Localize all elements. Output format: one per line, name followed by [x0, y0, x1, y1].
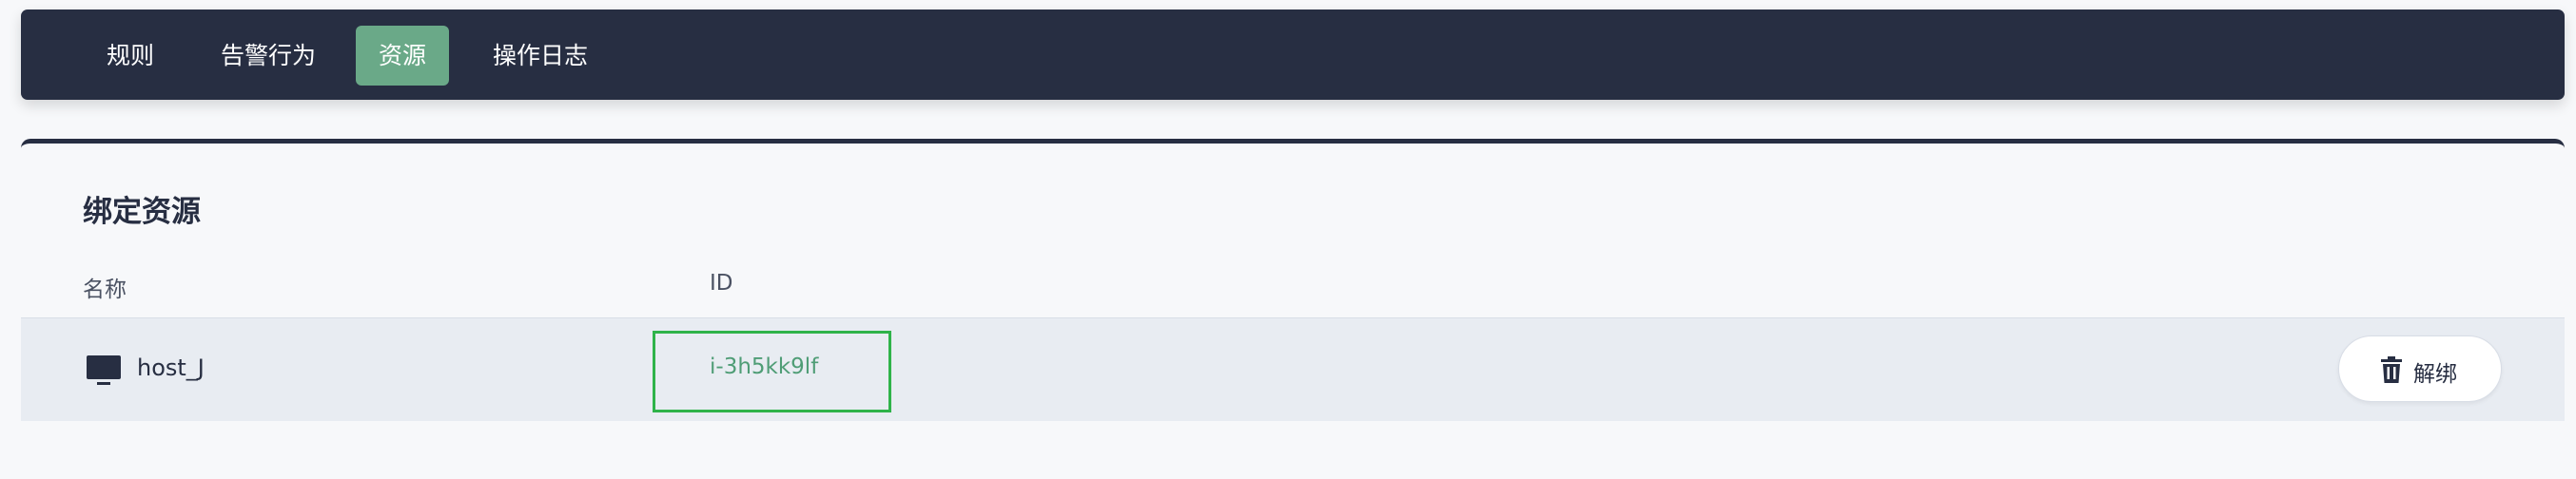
panel-title: 绑定资源: [83, 195, 201, 229]
trash-icon: [2381, 356, 2402, 383]
bound-resources-panel: 绑定资源 名称 ID host_J i-3h5kk9lf 解绑: [21, 139, 2565, 421]
tab-resources[interactable]: 资源: [356, 26, 450, 86]
resource-name: host_J: [137, 354, 205, 381]
tab-rules[interactable]: 规则: [84, 26, 177, 86]
tab-alert-actions[interactable]: 告警行为: [198, 26, 339, 86]
top-nav: 规则 告警行为 资源 操作日志: [21, 10, 2565, 100]
column-header-id: ID: [710, 271, 733, 296]
resource-id-link[interactable]: i-3h5kk9lf: [710, 354, 818, 379]
column-header-name: 名称: [83, 278, 127, 302]
unbind-label: 解绑: [2413, 362, 2457, 387]
table-row: host_J i-3h5kk9lf 解绑: [21, 317, 2565, 421]
unbind-button[interactable]: 解绑: [2338, 335, 2502, 402]
monitor-icon: [87, 355, 121, 385]
tab-operation-log[interactable]: 操作日志: [470, 26, 611, 86]
